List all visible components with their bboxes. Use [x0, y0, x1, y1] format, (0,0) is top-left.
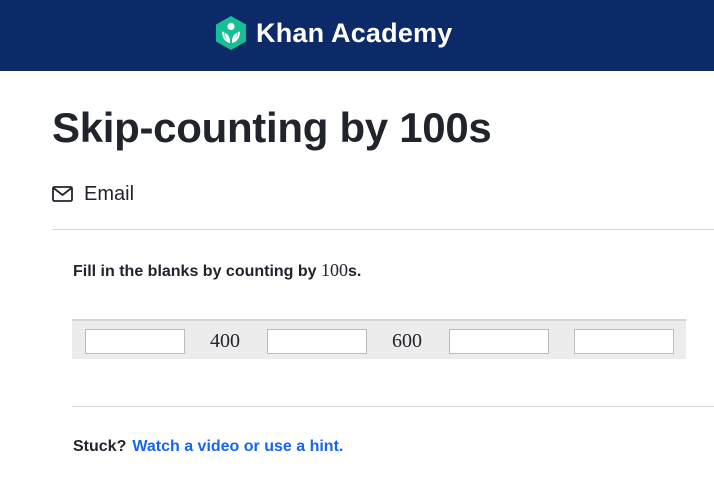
brand-home-link[interactable]: Khan Academy	[214, 14, 452, 52]
sequence-given-600: 600	[392, 330, 422, 352]
brand-name: Khan Academy	[256, 17, 453, 48]
email-share-button[interactable]: Email	[52, 182, 134, 206]
sequence-blank-1[interactable]	[85, 329, 185, 354]
email-label: Email	[84, 182, 135, 205]
hint-link[interactable]: Watch a video or use a hint.	[132, 438, 343, 455]
prompt-math-number: 100	[321, 260, 349, 280]
prompt-suffix: s.	[348, 263, 362, 280]
page-title: Skip-counting by 100s	[52, 104, 492, 151]
khan-academy-logo-icon	[216, 16, 246, 50]
envelope-icon	[52, 186, 73, 202]
help-line: Stuck? Watch a video or use a hint.	[73, 438, 343, 456]
sequence-blank-3[interactable]	[449, 329, 549, 354]
exercise-divider	[72, 406, 714, 407]
stuck-label: Stuck?	[73, 438, 127, 455]
number-sequence-row: 400 600	[72, 319, 686, 359]
header-divider	[52, 229, 714, 230]
exercise-prompt: Fill in the blanks by counting by 100s.	[73, 260, 361, 281]
prompt-text: Fill in the blanks by counting by	[73, 263, 322, 280]
sequence-blank-2[interactable]	[267, 329, 367, 354]
sequence-blank-4[interactable]	[574, 329, 674, 354]
sequence-given-400: 400	[210, 330, 240, 352]
top-navigation-bar: Khan Academy	[0, 0, 714, 71]
